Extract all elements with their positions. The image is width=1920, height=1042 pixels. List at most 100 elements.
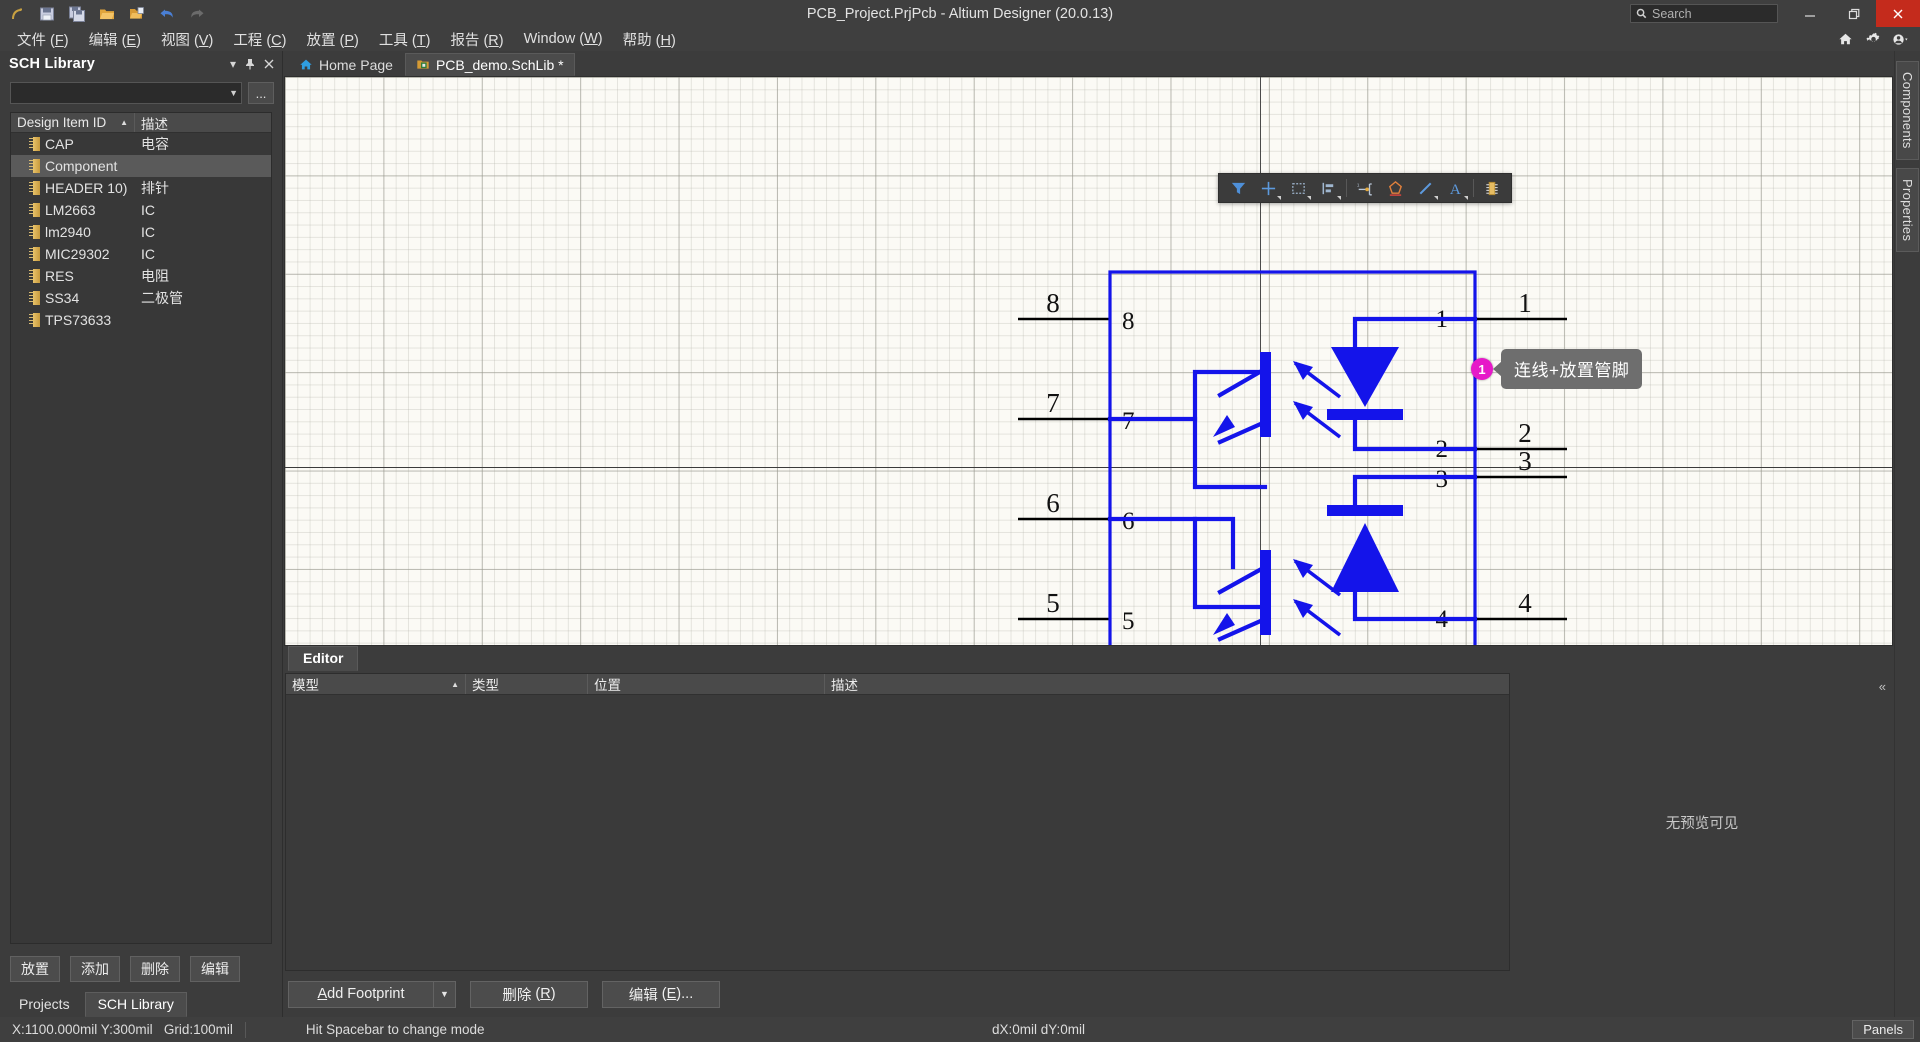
undo-icon[interactable] xyxy=(154,2,180,26)
column-model[interactable]: 模型 ▲ xyxy=(286,674,466,694)
minimize-button[interactable] xyxy=(1788,0,1832,27)
library-filter-combo[interactable]: ▼ xyxy=(10,82,242,104)
redo-icon[interactable] xyxy=(184,2,210,26)
list-item[interactable]: RES 电阻 xyxy=(11,265,271,287)
model-grid-body[interactable] xyxy=(286,695,1509,970)
menu-file[interactable]: 文件 (F) xyxy=(8,27,78,52)
delete-button[interactable]: 删除 xyxy=(130,956,180,982)
account-icon[interactable] xyxy=(1892,30,1910,48)
close-icon[interactable] xyxy=(264,59,274,69)
filter-icon[interactable] xyxy=(1223,175,1253,201)
svg-text:8: 8 xyxy=(1122,308,1135,335)
edit-model-button[interactable]: 编辑 (E)... xyxy=(602,980,720,1008)
menu-help[interactable]: 帮助 (H) xyxy=(614,27,685,52)
pin-icon[interactable] xyxy=(245,58,255,70)
tab-projects[interactable]: Projects xyxy=(6,992,83,1017)
add-footprint-button[interactable]: Add Footprint xyxy=(288,980,433,1008)
column-design-item-id[interactable]: Design Item ID ▲ xyxy=(11,113,135,132)
design-item-list: Design Item ID ▲ 描述 CAP 电容 Component HEADE… xyxy=(10,112,272,944)
place-button[interactable]: 放置 xyxy=(10,956,60,982)
altium-logo-icon[interactable] xyxy=(4,2,30,26)
sch-library-panel: SCH Library ▾ ▼ ... Design Item ID ▲ 描述 … xyxy=(0,51,283,1017)
browse-button[interactable]: ... xyxy=(248,82,274,104)
column-type[interactable]: 类型 xyxy=(466,674,588,694)
tab-pcb-demo-schlib[interactable]: PCB_demo.SchLib * xyxy=(404,53,575,76)
component-chip-icon xyxy=(29,159,40,173)
menu-reports[interactable]: 报告 (R) xyxy=(441,27,512,52)
open-project-icon[interactable] xyxy=(124,2,150,26)
chevron-down-icon[interactable]: ▾ xyxy=(230,58,236,70)
place-pin-icon[interactable]: 1 xyxy=(1350,175,1380,201)
dock-tab-properties[interactable]: Properties xyxy=(1896,167,1919,252)
menu-place[interactable]: 放置 (P) xyxy=(298,27,368,52)
status-delta: dX:0mil dY:0mil xyxy=(992,1022,1086,1037)
list-item[interactable]: SS34 二极管 xyxy=(11,287,271,309)
save-all-icon[interactable] xyxy=(64,2,90,26)
list-item[interactable]: MIC29302 IC xyxy=(11,243,271,265)
line-icon[interactable] xyxy=(1410,175,1440,201)
list-body: CAP 电容 Component HEADER 10) 排针 LM2663 IC lm… xyxy=(11,133,271,943)
gear-icon[interactable] xyxy=(1864,30,1882,48)
search-input[interactable]: Search xyxy=(1630,4,1778,23)
save-icon[interactable] xyxy=(34,2,60,26)
panels-button[interactable]: Panels xyxy=(1852,1020,1914,1039)
add-button[interactable]: 添加 xyxy=(70,956,120,982)
component-chip-icon xyxy=(29,203,40,217)
menu-bar: 文件 (F) 编辑 (E) 视图 (V) 工程 (C) 放置 (P) 工具 (T… xyxy=(0,27,1920,51)
document-tab-bar: Home Page PCB_demo.SchLib * xyxy=(283,51,1894,76)
tab-label: Home Page xyxy=(319,56,393,73)
restore-button[interactable] xyxy=(1832,0,1876,27)
title-bar: PCB_Project.PrjPcb - Altium Designer (20… xyxy=(0,0,1920,27)
svg-text:1: 1 xyxy=(1357,182,1360,187)
text-icon[interactable]: A xyxy=(1440,175,1470,201)
canvas-floating-toolbar: 1 A xyxy=(1218,173,1512,203)
home-icon[interactable] xyxy=(1836,30,1854,48)
menu-edit[interactable]: 编辑 (E) xyxy=(80,27,150,52)
list-item[interactable]: CAP 电容 xyxy=(11,133,271,155)
edit-button[interactable]: 编辑 xyxy=(190,956,240,982)
open-icon[interactable] xyxy=(94,2,120,26)
list-item[interactable]: lm2940 IC xyxy=(11,221,271,243)
tab-editor[interactable]: Editor xyxy=(288,646,359,671)
column-position[interactable]: 位置 xyxy=(588,674,825,694)
close-button[interactable] xyxy=(1876,0,1920,27)
schematic-canvas[interactable]: 1 A 8 7 6 5 1 2 3 4 8 7 6 5 1 2 3 4 1 连线… xyxy=(284,76,1893,646)
svg-text:7: 7 xyxy=(1046,388,1060,418)
model-grid: 模型 ▲ 类型 位置 描述 xyxy=(285,673,1510,971)
menu-project[interactable]: 工程 (C) xyxy=(224,27,295,52)
toolbar-separator xyxy=(1346,179,1347,197)
optocoupler-symbol[interactable]: 8 7 6 5 1 2 3 4 8 7 6 5 1 2 3 4 xyxy=(765,187,1893,646)
rectangle-select-icon[interactable] xyxy=(1283,175,1313,201)
align-icon[interactable] xyxy=(1313,175,1343,201)
list-item[interactable]: Component xyxy=(11,155,271,177)
list-item[interactable]: TPS73633 xyxy=(11,309,271,331)
tab-sch-library[interactable]: SCH Library xyxy=(84,992,187,1017)
column-description[interactable]: 描述 xyxy=(135,113,271,132)
column-description[interactable]: 描述 xyxy=(825,674,1509,694)
dock-tab-components[interactable]: Components xyxy=(1896,61,1919,160)
menu-tools[interactable]: 工具 (T) xyxy=(370,27,440,52)
panel-header: SCH Library ▾ xyxy=(0,51,282,76)
model-area: 模型 ▲ 类型 位置 描述 « 无预览可见 xyxy=(283,671,1894,971)
menu-window[interactable]: Window (W) xyxy=(515,29,612,49)
crosshair-place-icon[interactable] xyxy=(1253,175,1283,201)
delete-model-button[interactable]: 删除 (R) xyxy=(470,980,588,1008)
add-footprint-dropdown[interactable]: ▼ xyxy=(433,980,456,1008)
main-area: SCH Library ▾ ▼ ... Design Item ID ▲ 描述 … xyxy=(0,51,1920,1017)
tab-home-page[interactable]: Home Page xyxy=(288,53,404,76)
menu-view[interactable]: 视图 (V) xyxy=(152,27,222,52)
list-item[interactable]: HEADER 10) 排针 xyxy=(11,177,271,199)
component-icon[interactable] xyxy=(1477,175,1507,201)
toolbar-separator xyxy=(1473,179,1474,197)
collapse-icon[interactable]: « xyxy=(1879,679,1886,694)
component-chip-icon xyxy=(29,269,40,283)
list-header: Design Item ID ▲ 描述 xyxy=(11,113,271,133)
svg-text:6: 6 xyxy=(1122,508,1135,535)
editor-column: Home Page PCB_demo.SchLib * 1 A 8 7 6 5 … xyxy=(283,51,1894,1017)
list-item[interactable]: LM2663 IC xyxy=(11,199,271,221)
svg-text:3: 3 xyxy=(1518,446,1532,476)
panel-bottom-tabs: Projects SCH Library xyxy=(0,992,282,1017)
svg-text:6: 6 xyxy=(1046,488,1060,518)
polygon-icon[interactable] xyxy=(1380,175,1410,201)
component-chip-icon xyxy=(29,181,40,195)
